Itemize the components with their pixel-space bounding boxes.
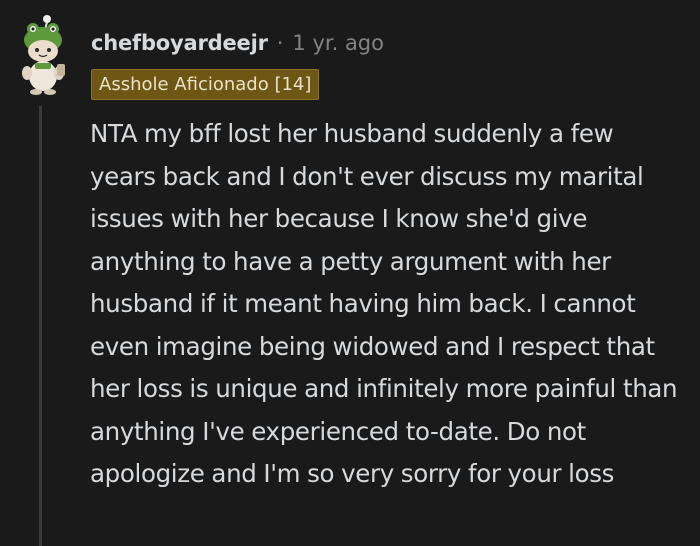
user-avatar[interactable]	[14, 14, 72, 98]
user-flair-badge: Asshole Aficionado [14]	[91, 69, 320, 100]
comment-age[interactable]: 1 yr. ago	[292, 31, 384, 55]
comment: chefboyardeejr · 1 yr. ago Asshole Afici…	[0, 0, 700, 546]
comment-meta: chefboyardeejr · 1 yr. ago	[91, 26, 384, 60]
comment-body: NTA my bff lost her husband suddenly a f…	[90, 119, 678, 488]
thread-collapse-line[interactable]	[39, 106, 42, 546]
snoo-avatar-icon	[22, 15, 65, 95]
meta-separator: ·	[276, 31, 284, 55]
username-link[interactable]: chefboyardeejr	[91, 31, 268, 55]
